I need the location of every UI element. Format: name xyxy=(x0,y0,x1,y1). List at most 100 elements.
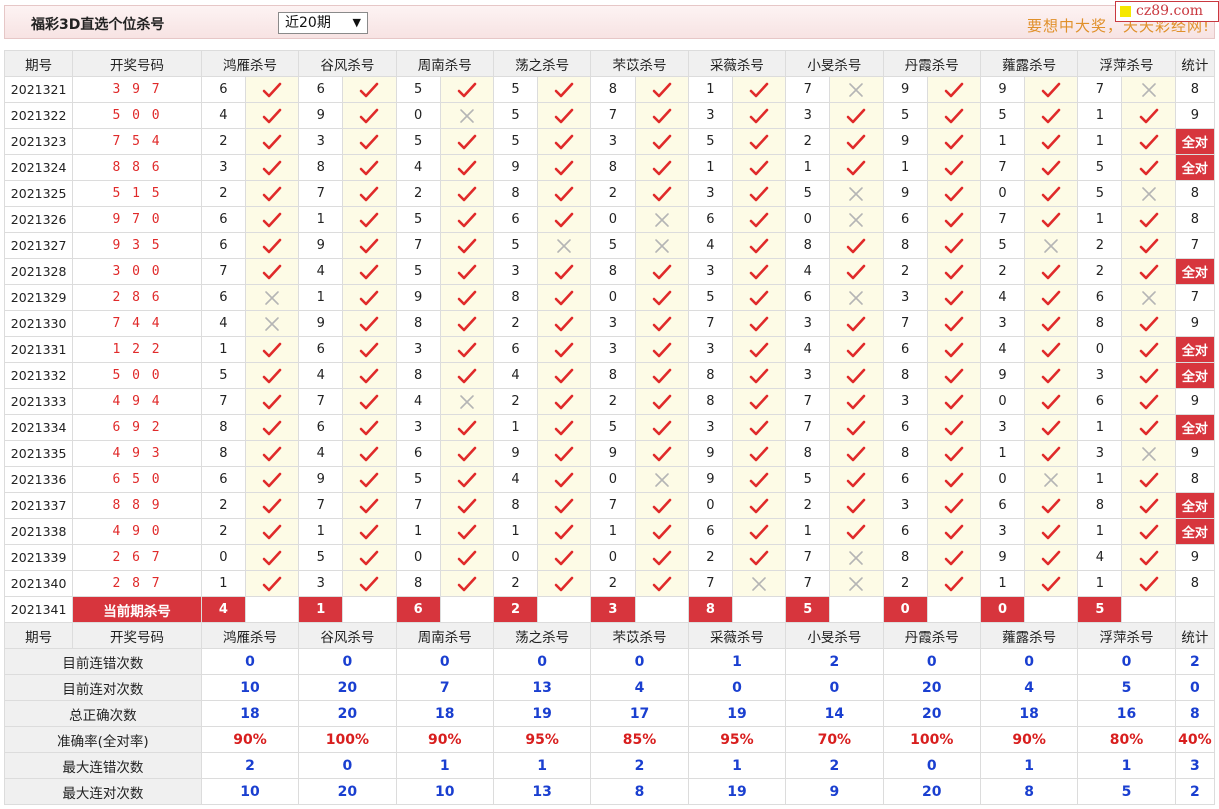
kill-number: 8 xyxy=(590,258,636,285)
row-total: 9 xyxy=(1174,388,1216,415)
range-select[interactable]: 近20期 ▼ xyxy=(278,12,368,34)
kill-number: 1 xyxy=(882,154,928,181)
stat-value: 95% xyxy=(492,726,592,753)
check-icon xyxy=(1121,492,1176,519)
stat-value: 0 xyxy=(882,648,981,675)
draw-number: 2 6 7 xyxy=(72,544,202,571)
stat-value: 10 xyxy=(200,674,300,701)
kill-number: 7 xyxy=(298,388,344,415)
current-kill-spacer xyxy=(537,596,592,623)
stat-value: 19 xyxy=(492,700,592,727)
kill-number: 8 xyxy=(200,440,246,467)
check-icon xyxy=(1121,232,1176,259)
column-header-expert: 芣苡杀号 xyxy=(590,622,689,649)
check-icon xyxy=(1121,362,1176,389)
check-icon xyxy=(731,492,787,519)
check-icon xyxy=(634,102,689,129)
kill-number: 7 xyxy=(590,102,636,129)
check-icon xyxy=(342,128,397,155)
stat-value: 1 xyxy=(1077,752,1176,779)
check-icon xyxy=(829,362,884,389)
check-icon xyxy=(244,518,300,545)
check-icon xyxy=(244,414,300,441)
stat-value: 0 xyxy=(785,674,884,701)
kill-number: 1 xyxy=(979,440,1026,467)
all-correct-badge: 全对 xyxy=(1174,518,1216,545)
issue-number: 2021338 xyxy=(3,518,74,545)
stat-value: 0 xyxy=(395,648,494,675)
current-kill-spacer xyxy=(731,596,787,623)
stat-value: 16 xyxy=(1077,700,1176,727)
stat-value: 17 xyxy=(590,700,689,727)
kill-number: 6 xyxy=(492,336,539,363)
header-row: 期号 开奖号码 鸿雁杀号 谷风杀号 周南杀号 荡之杀号 芣苡杀号 采薇杀号 小旻杀号 丹霞杀号 蕹露… xyxy=(3,622,1216,649)
kill-number: 5 xyxy=(785,466,831,493)
kill-number: 7 xyxy=(687,570,733,597)
current-issue-number: 2021341 xyxy=(3,596,74,623)
check-icon xyxy=(634,518,689,545)
draw-number: 1 2 2 xyxy=(72,336,202,363)
check-icon xyxy=(244,388,300,415)
stat-value: 18 xyxy=(200,700,300,727)
kill-number: 4 xyxy=(492,466,539,493)
check-icon xyxy=(1121,102,1176,129)
kill-number: 2 xyxy=(200,492,246,519)
check-icon xyxy=(342,310,397,337)
stat-value: 0 xyxy=(298,752,397,779)
check-icon xyxy=(439,232,494,259)
stat-value: 2 xyxy=(590,752,689,779)
check-icon xyxy=(731,128,787,155)
column-header-expert: 鸿雁杀号 xyxy=(200,50,300,77)
check-icon xyxy=(244,362,300,389)
check-icon xyxy=(244,102,300,129)
kill-number: 0 xyxy=(979,466,1026,493)
kill-number: 5 xyxy=(882,102,928,129)
kill-number: 1 xyxy=(1077,570,1123,597)
kill-number: 0 xyxy=(590,544,636,571)
kill-number: 5 xyxy=(395,76,441,103)
stat-value: 2 xyxy=(785,752,884,779)
check-icon xyxy=(1121,466,1176,493)
draw-number: 6 9 2 xyxy=(72,414,202,441)
check-icon xyxy=(1024,414,1079,441)
column-header-expert: 周南杀号 xyxy=(395,50,494,77)
current-kill-number: 2 xyxy=(492,596,539,623)
kill-number: 0 xyxy=(979,180,1026,207)
kill-number: 3 xyxy=(882,284,928,311)
stat-label: 目前连错次数 xyxy=(4,648,202,675)
check-icon xyxy=(731,102,787,129)
site-logo[interactable]: cz89.com xyxy=(1115,1,1219,22)
kill-number: 7 xyxy=(785,414,831,441)
kill-number: 9 xyxy=(298,466,344,493)
check-icon xyxy=(342,518,397,545)
check-icon xyxy=(342,414,397,441)
check-icon xyxy=(1024,102,1079,129)
cross-icon xyxy=(439,102,494,129)
check-icon xyxy=(439,180,494,207)
issue-number: 2021339 xyxy=(3,544,74,571)
check-icon xyxy=(1121,388,1176,415)
kill-number: 8 xyxy=(1077,310,1123,337)
stat-value: 8 xyxy=(590,778,689,805)
check-icon xyxy=(634,76,689,103)
check-icon xyxy=(537,544,592,571)
check-icon xyxy=(829,102,884,129)
kill-number: 4 xyxy=(298,258,344,285)
column-header-expert: 周南杀号 xyxy=(395,622,494,649)
check-icon xyxy=(731,466,787,493)
logo-square-icon xyxy=(1120,6,1131,17)
check-icon xyxy=(537,258,592,285)
check-icon xyxy=(439,258,494,285)
current-kill-number: 0 xyxy=(979,596,1026,623)
draw-number: 2 8 7 xyxy=(72,570,202,597)
kill-number: 7 xyxy=(785,388,831,415)
kill-number: 5 xyxy=(298,544,344,571)
check-icon xyxy=(731,180,787,207)
check-icon xyxy=(537,284,592,311)
row-total: 8 xyxy=(1174,206,1216,233)
check-icon xyxy=(1121,310,1176,337)
stat-row: 最大连错次数 2 0 1 1 2 1 2 0 1 1 3 xyxy=(4,752,1216,779)
check-icon xyxy=(439,414,494,441)
issue-number: 2021337 xyxy=(3,492,74,519)
check-icon xyxy=(926,362,981,389)
